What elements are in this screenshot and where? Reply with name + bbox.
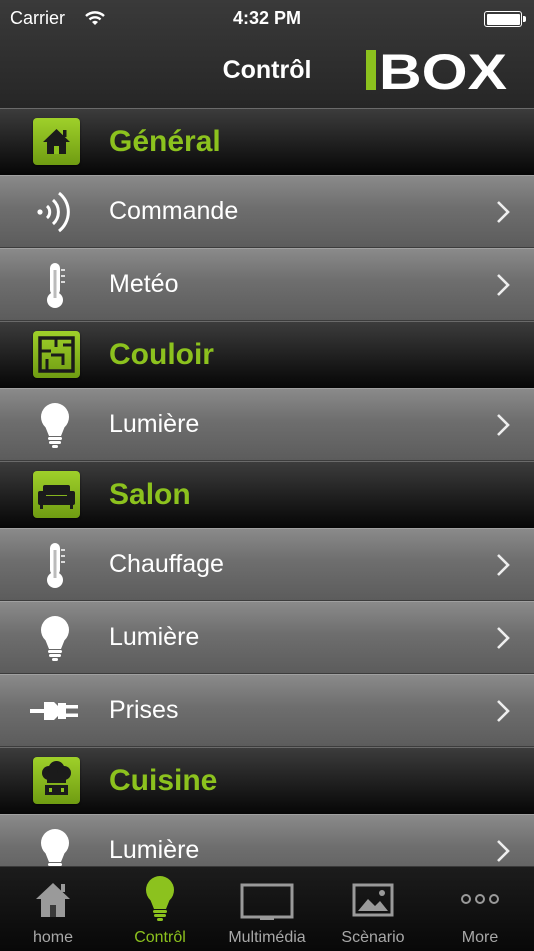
chevron-right-icon [497,274,510,296]
tab-label: Contrôl [134,929,186,946]
plug-icon [30,702,78,720]
lightbulb-icon [41,829,69,866]
list-item-lumiere[interactable]: Lumière [0,814,534,866]
ibox-logo: BOX [366,48,507,92]
lightbulb-icon [41,616,69,661]
picture-icon [352,883,394,917]
section-header-salon: Salon [0,461,534,528]
section-title: Couloir [109,338,214,371]
section-title: Cuisine [109,764,218,797]
tab-label: Multimédia [228,929,306,946]
list-item-label: Prises [109,696,179,724]
tab-label: Scènario [341,929,405,946]
status-time: 4:32 PM [232,8,302,28]
list-item-meteo[interactable]: Metéo [0,248,534,321]
home-icon [33,118,80,165]
status-bar: Carrier 4:32 PM [0,0,534,38]
section-title: Général [109,125,221,158]
chevron-right-icon [497,201,510,223]
chevron-right-icon [497,554,510,576]
sofa-icon [33,471,80,518]
list-item-label: Commande [109,197,239,225]
tab-label: More [461,929,499,946]
thermometer-icon [47,543,65,588]
chevron-right-icon [497,700,510,722]
section-header-couloir: Couloir [0,321,534,388]
tab-bar: home Contrôl Multimédia Scènario More [0,866,534,951]
list-item-prises[interactable]: Prises [0,674,534,747]
floor-plan-icon [33,331,80,378]
battery-icon [484,11,526,27]
list-item-chauffage[interactable]: Chauffage [0,528,534,601]
tv-icon [240,883,294,920]
tab-multimedia[interactable]: Multimédia [214,867,320,951]
tab-home[interactable]: home [0,867,106,951]
tab-more[interactable]: More [427,867,533,951]
control-list[interactable]: Général Commande Metéo Couloir Lumière S… [0,108,534,866]
list-item-lumiere[interactable]: Lumière [0,388,534,461]
thermometer-icon [47,263,65,308]
signal-waves-icon [37,191,70,233]
chevron-right-icon [497,414,510,436]
lightbulb-icon [41,403,69,448]
tab-scenario[interactable]: Scènario [320,867,426,951]
lightbulb-icon [146,876,174,921]
section-title: Salon [109,478,191,511]
section-header-general: Général [0,108,534,175]
chevron-right-icon [497,627,510,649]
list-item-label: Lumière [109,410,200,438]
list-item-label: Lumière [109,623,200,651]
tab-label: home [32,929,74,946]
chef-hat-icon [33,757,80,804]
list-item-lumiere[interactable]: Lumière [0,601,534,674]
more-icon [461,894,499,904]
list-item-label: Metéo [109,270,179,298]
chevron-right-icon [497,840,510,862]
list-item-label: Chauffage [109,550,224,578]
section-header-cuisine: Cuisine [0,747,534,814]
home-icon [36,883,70,917]
list-item-label: Lumière [109,836,200,864]
list-item-commande[interactable]: Commande [0,175,534,248]
svg-text:BOX: BOX [379,48,507,92]
tab-control[interactable]: Contrôl [107,867,213,951]
header: Carrier 4:32 PM Contrôl BOX [0,0,534,109]
